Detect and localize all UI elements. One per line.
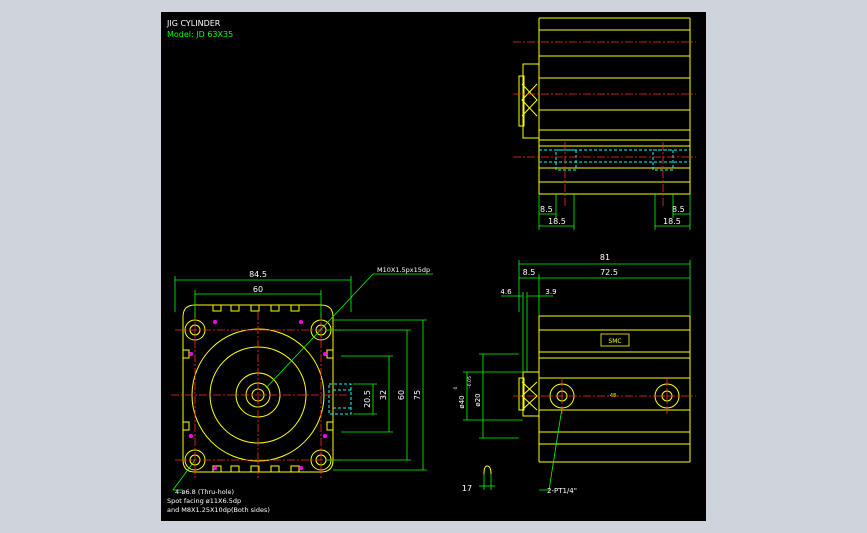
dim-side-bore: ø40 bbox=[458, 395, 466, 408]
cad-drawing-canvas: JIG CYLINDER Model: JD 63X35 8.5 8.5 18.… bbox=[166, 17, 696, 514]
dim-front-port-height: 20.5 bbox=[363, 390, 372, 408]
dim-side-flange-b: 3.9 bbox=[545, 288, 556, 296]
top-view-centerlines bbox=[513, 41, 696, 208]
callout-thread: M10X1.5px15dp bbox=[377, 266, 430, 274]
cad-drawing-sheet: JIG CYLINDER Model: JD 63X35 8.5 8.5 18.… bbox=[161, 12, 706, 521]
dim-side-bore-tol-upper: 0 bbox=[453, 386, 459, 389]
dim-side-front-offset: 8.5 bbox=[523, 268, 536, 277]
top-view: 8.5 8.5 18.5 18.5 bbox=[513, 17, 696, 230]
front-view-centerlines bbox=[171, 312, 347, 478]
dim-front-width-outer: 84.5 bbox=[249, 270, 267, 279]
dim-side-length-total: 81 bbox=[600, 253, 610, 262]
dim-side-flange-a: 4.6 bbox=[500, 288, 512, 296]
dim-side-length-body: 72.5 bbox=[600, 268, 618, 277]
top-view-hidden-lines bbox=[539, 149, 690, 171]
dim-top-left-small: 8.5 bbox=[540, 205, 553, 214]
dim-front-port-depth: 32 bbox=[379, 390, 388, 400]
note-both-sides: and M8X1.25X10dp(Both sides) bbox=[167, 506, 270, 514]
side-view-centerlines bbox=[513, 378, 696, 414]
dim-front-height-inner: 60 bbox=[397, 390, 406, 400]
dim-top-right-small: 8.5 bbox=[672, 205, 685, 214]
dim-side-bore-tol-lower: -0.05 bbox=[467, 376, 473, 388]
front-view-port-hidden bbox=[328, 383, 352, 415]
dim-front-height-outer: 75 bbox=[413, 390, 422, 400]
dim-front-width-inner: 60 bbox=[253, 285, 263, 294]
drawing-title: JIG CYLINDER bbox=[166, 19, 221, 28]
drawing-model: Model: JD 63X35 bbox=[167, 30, 233, 39]
note-thru-hole: 4-ø6.8 (Thru-hole) bbox=[175, 488, 234, 496]
front-view: 84.5 60 75 60 32 20.5 M10X1.5px15dp 4-ø6… bbox=[167, 266, 433, 514]
dim-top-left-large: 18.5 bbox=[548, 217, 566, 226]
side-view-dimensions bbox=[463, 260, 691, 491]
dim-side-rod-end: 17 bbox=[462, 484, 472, 493]
top-view-outline bbox=[518, 17, 691, 195]
side-view-outline bbox=[483, 315, 691, 475]
dim-side-rod: ø20 bbox=[474, 393, 482, 406]
side-view: SMC 48 81 72.5 8.5 4.6 3.9 ø40 0 -0.05 ø… bbox=[453, 253, 696, 495]
dim-top-right-large: 18.5 bbox=[663, 217, 681, 226]
side-view-label-text: SMC bbox=[608, 338, 621, 345]
note-spot-facing: Spot facing ø11X6.5dp bbox=[167, 497, 241, 505]
callout-ports: 2-PT1/4" bbox=[547, 487, 577, 495]
